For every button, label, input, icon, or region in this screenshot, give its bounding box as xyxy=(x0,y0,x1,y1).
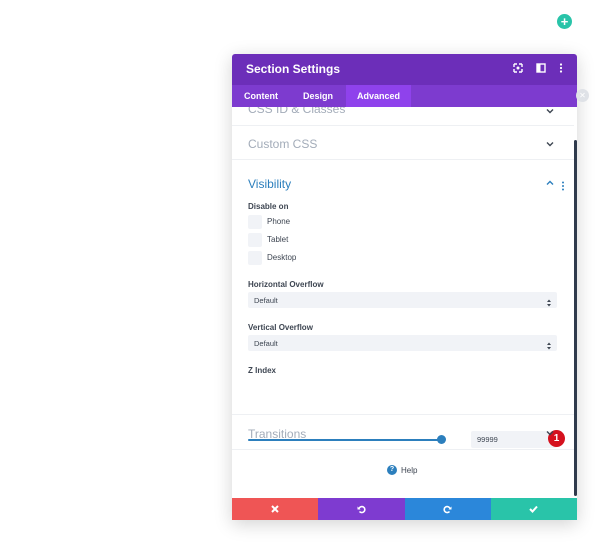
checkbox[interactable] xyxy=(248,251,262,265)
section-css-id-classes[interactable]: CSS ID & Classes xyxy=(232,107,574,126)
expand-icon[interactable] xyxy=(513,63,523,74)
option-label: Tablet xyxy=(267,235,289,244)
close-icon xyxy=(271,505,279,513)
columns-icon[interactable] xyxy=(536,63,546,74)
discard-button[interactable] xyxy=(232,498,319,520)
add-section-button[interactable]: + xyxy=(557,14,572,29)
chevron-down-icon[interactable] xyxy=(546,140,554,148)
help-link[interactable]: ? Help xyxy=(387,464,417,476)
disable-on-label: Disable on xyxy=(248,202,289,211)
option-label: Desktop xyxy=(267,253,297,262)
builder-canvas: + Section Settings Content Design Advanc… xyxy=(0,0,610,548)
tab-content[interactable]: Content xyxy=(232,85,290,107)
section-settings-modal: Section Settings Content Design Advanced… xyxy=(232,54,577,520)
redo-button[interactable] xyxy=(404,498,491,520)
more-icon[interactable] xyxy=(559,63,569,74)
check-icon xyxy=(529,505,539,513)
question-icon: ? xyxy=(387,465,397,475)
z-index-label: Z Index xyxy=(248,366,277,375)
save-button[interactable] xyxy=(490,498,577,520)
vertical-overflow-label: Vertical Overflow xyxy=(248,323,313,332)
chevron-up-icon[interactable] xyxy=(546,179,554,187)
chevron-down-icon[interactable] xyxy=(546,107,554,115)
tab-design[interactable]: Design xyxy=(290,85,346,107)
select-value: Default xyxy=(254,339,278,348)
vertical-overflow-select[interactable]: Default xyxy=(248,335,557,351)
redo-icon xyxy=(443,505,452,514)
horizontal-overflow-select[interactable]: Default xyxy=(248,292,557,308)
option-label: Phone xyxy=(267,217,291,226)
modal-footer xyxy=(232,498,577,520)
horizontal-overflow-label: Horizontal Overflow xyxy=(248,280,324,289)
section-title: Custom CSS xyxy=(248,137,318,151)
section-transitions[interactable]: Transitions xyxy=(232,415,574,450)
select-arrows-icon xyxy=(546,338,552,350)
modal-title: Section Settings xyxy=(246,62,341,76)
header-icons xyxy=(513,63,569,74)
tab-advanced[interactable]: Advanced xyxy=(346,85,411,107)
modal-header[interactable]: Section Settings xyxy=(232,54,577,85)
scrollbar[interactable] xyxy=(574,140,577,496)
select-value: Default xyxy=(254,296,278,305)
section-title: CSS ID & Classes xyxy=(248,107,346,116)
settings-body: CSS ID & Classes Custom CSS Visibility D… xyxy=(232,107,577,498)
more-icon[interactable] xyxy=(561,178,565,191)
select-arrows-icon xyxy=(546,295,552,307)
section-title[interactable]: Visibility xyxy=(248,177,291,191)
section-title: Transitions xyxy=(248,427,307,441)
section-custom-css[interactable]: Custom CSS xyxy=(232,126,574,160)
undo-icon xyxy=(357,505,366,514)
chevron-down-icon[interactable] xyxy=(546,429,554,437)
close-icon[interactable]: ✕ xyxy=(576,89,589,102)
settings-tabs: Content Design Advanced xyxy=(232,85,577,107)
checkbox[interactable] xyxy=(248,215,262,229)
checkbox[interactable] xyxy=(248,233,262,247)
help-label: Help xyxy=(401,465,418,475)
undo-button[interactable] xyxy=(318,498,405,520)
